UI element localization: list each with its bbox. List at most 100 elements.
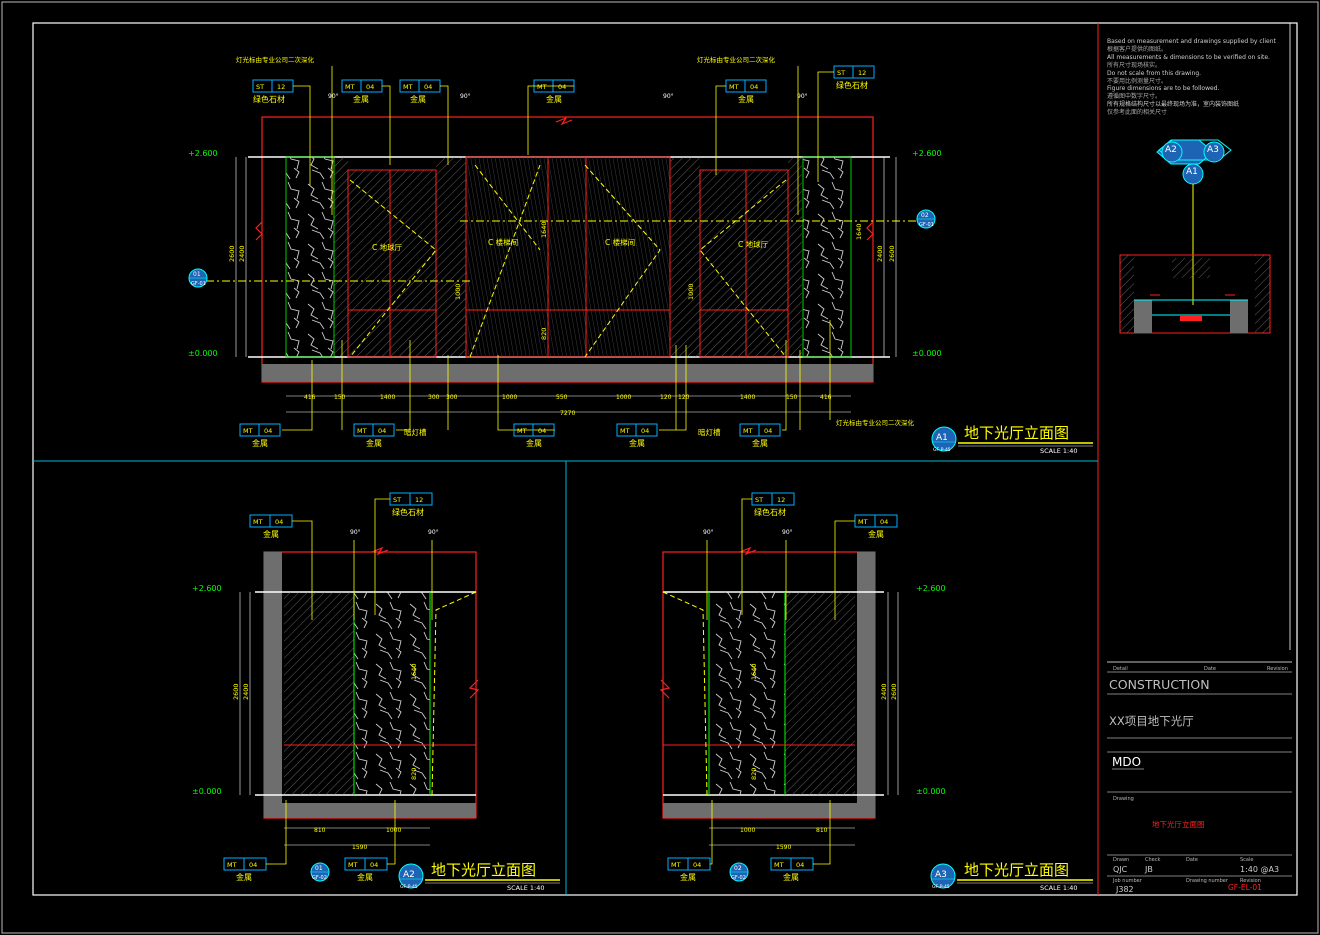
dim-a2-v2: 2400 [242,683,250,700]
level-top-a1-left: +2.600 [188,149,218,158]
level-top-a1-right: +2.600 [912,149,942,158]
general-notes: Based on measurement and drawings suppli… [1107,38,1297,117]
level-bottom-a2: ±0.000 [192,787,222,796]
tag-mt-a3-bot1: MT 04 金属 [667,857,711,882]
dim-a2-h2: 1000 [386,827,401,834]
dim-a1-v-3: 1640 [540,221,548,238]
view-title-a2: A2 GF-P-45 地下光厅立面图 SCALE 1:40 [398,861,560,892]
svg-text:MT: MT [774,861,784,869]
svg-text:MT: MT [729,83,739,91]
svg-text:01: 01 [315,865,323,872]
svg-text:ST: ST [755,496,763,504]
dim-a3-total: 1590 [776,844,791,851]
consultant-note-bottom: 灯光标由专业公司二次深化 [836,418,915,427]
note-2: 根据客户提供的图纸。 [1107,45,1168,53]
svg-text:MT: MT [227,861,237,869]
svg-text:GF-P-45: GF-P-45 [400,884,418,890]
consultant-note-left: 灯光标由专业公司二次深化 [236,55,315,64]
angle-a3-1: 90° [703,529,714,536]
dim-a1-v-7: 820 [540,328,548,340]
tag-mt-top-3: MT 04 金属 [399,79,441,104]
svg-text:绿色石材: 绿色石材 [754,507,786,517]
svg-text:A2: A2 [1165,145,1177,155]
dim-a2-v4: 820 [410,768,418,780]
svg-text:A1: A1 [936,433,948,443]
dim-a1-h-9: 120 [678,394,690,401]
tag-mt-bot-2: MT 04 金属 [353,423,395,448]
svg-text:GF-P-45: GF-P-45 [933,447,951,453]
svg-text:绿色石材: 绿色石材 [836,80,868,90]
note-3: All measurements & dimensions to be veri… [1107,53,1270,61]
lamp-slot-a1-right: 暗灯槽 [698,427,721,437]
svg-text:04: 04 [880,518,888,526]
svg-text:金属: 金属 [357,872,373,882]
svg-text:A3: A3 [1207,145,1219,155]
consultant-note-right: 灯光标由专业公司二次深化 [697,55,776,64]
dim-a3-v2: 2600 [890,683,898,700]
dim-a3-h1: 1000 [740,827,755,834]
dim-a1-v-r: 2600 [888,245,896,262]
elevation-a2: +2.600 ±0.000 2600 2400 1640 820 810 100… [192,492,560,892]
tb-scale-label: Scale [1240,857,1253,863]
title-block: Detail Date Revision CONSTRUCTION XX项目地下… [1107,661,1292,896]
elevation-a1: C 地球厅 C 楼梯间 C 楼梯间 C 地球厅 +2.600 ±0.000 +2… [188,116,1093,455]
title-a2: 地下光厅立面图 [431,861,536,879]
tb-job: J382 [1115,885,1134,894]
dim-a1-h-8: 120 [660,394,672,401]
svg-text:12: 12 [858,69,866,77]
tb-revision-label: Revision [1267,666,1288,672]
room-label-stair: C 楼梯间 [488,237,518,247]
svg-text:04: 04 [264,427,272,435]
svg-text:04: 04 [796,861,804,869]
tag-mt-bot-4: MT 04 金属 [616,423,658,448]
svg-text:MT: MT [537,83,547,91]
room-label-left: C 地球厅 [372,242,403,252]
dim-a1-v-4: 1000 [454,283,462,300]
tag-mt-a2-bot1: MT 04 金属 [223,857,267,882]
room-label-stair-2: C 楼梯间 [605,237,635,247]
note-4: 所有尺寸现场核实。 [1107,61,1162,69]
tb-date-label: Date [1204,666,1216,672]
tag-st-top-6: ST 12 绿色石材 [833,65,875,90]
dim-a1-v-r2: 2400 [876,245,884,262]
angle-a1-1: 90° [328,93,339,100]
dim-a2-total: 1590 [352,844,367,851]
angle-a1-4: 90° [797,93,808,100]
svg-text:MT: MT [357,427,367,435]
svg-text:02: 02 [734,865,742,872]
svg-text:绿色石材: 绿色石材 [253,94,285,104]
svg-text:04: 04 [693,861,701,869]
svg-text:MT: MT [253,518,263,526]
tb-drawn-label: Drawn [1113,857,1129,863]
section-marker-02-right: 02 GF-01 [916,209,936,229]
svg-text:金属: 金属 [353,94,369,104]
svg-text:金属: 金属 [236,872,252,882]
view-title-a1: A1 GF-P-45 地下光厅立面图 SCALE 1:40 [931,424,1093,455]
dim-a1-h-6: 550 [556,394,568,401]
note-10: 仅参考此面的相关尺寸 [1107,109,1168,117]
svg-text:A1: A1 [1186,167,1198,177]
dim-a1-h-10: 1400 [740,394,755,401]
tb-check-label: Check [1145,857,1160,863]
tag-mt-a2-bot2: MT 04 金属 [344,857,388,882]
tb-company: MDO [1112,755,1141,769]
svg-text:04: 04 [424,83,432,91]
dim-a3-v1: 2400 [880,683,888,700]
level-top-a3: +2.600 [916,584,946,593]
angle-a1-2: 90° [460,93,471,100]
svg-text:ST: ST [393,496,401,504]
svg-text:01: 01 [193,271,201,278]
svg-text:12: 12 [777,496,785,504]
dim-a1-total: 7270 [560,410,575,417]
angle-a1-3: 90° [663,93,674,100]
tb-check: JB [1144,865,1153,874]
dim-a2-v3: 1640 [410,663,418,680]
tag-mt-top-1: ST 12 绿色石材 [252,79,294,104]
tb-status: CONSTRUCTION [1109,677,1210,692]
dim-a3-v4: 820 [750,768,758,780]
tb-job-label: Job number [1112,878,1143,884]
tb-rev: GF-EL-01 [1228,883,1262,892]
svg-text:金属: 金属 [738,94,754,104]
svg-text:02: 02 [921,212,929,219]
level-top-a2: +2.600 [192,584,222,593]
